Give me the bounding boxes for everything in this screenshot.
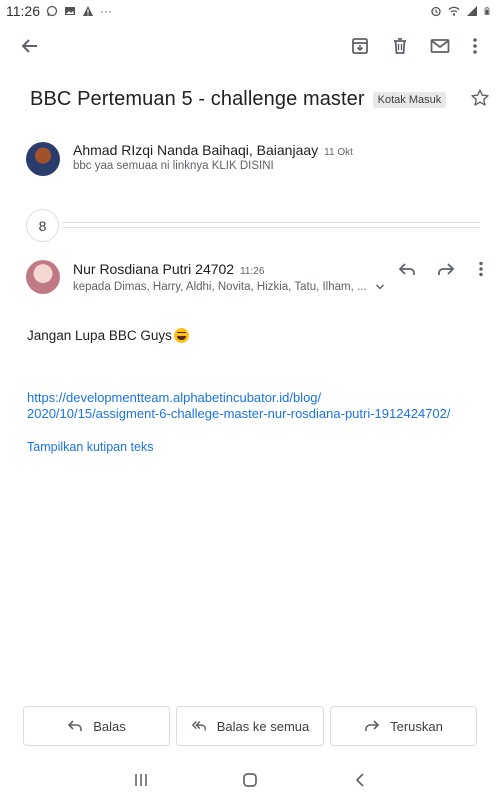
chevron-left-icon	[355, 773, 364, 787]
gallery-icon	[65, 7, 75, 15]
reply-icon-button[interactable]	[396, 258, 418, 280]
status-left: 11:26 ···	[6, 3, 112, 19]
reply-all-button[interactable]: Balas ke semua	[176, 706, 324, 746]
warning-icon	[83, 6, 93, 16]
system-back-button[interactable]	[350, 770, 370, 790]
forward-icon	[438, 263, 455, 275]
status-bar: 11:26 ···	[0, 0, 500, 22]
collapsed-messages-count[interactable]: 8	[26, 209, 59, 242]
back-button[interactable]	[18, 34, 42, 58]
star-icon[interactable]	[470, 88, 490, 108]
forward-icon	[365, 720, 380, 731]
message-time: 11:26	[240, 266, 265, 277]
mail-icon	[430, 39, 450, 53]
message-body: Jangan Lupa BBC Guys	[27, 328, 189, 343]
message-2-header[interactable]: Nur Rosdiana Putri 24702 11:26	[73, 261, 264, 277]
status-overflow: ···	[100, 4, 112, 18]
system-nav-bar	[0, 760, 500, 800]
avatar[interactable]	[26, 142, 60, 176]
blog-link-line-2[interactable]: 2020/10/15/assigment-6-challege-master-n…	[27, 406, 450, 421]
message-body-text: Jangan Lupa BBC Guys	[27, 328, 172, 343]
recents-button[interactable]	[131, 770, 151, 790]
collapsed-divider	[62, 222, 480, 223]
reply-all-label: Balas ke semua	[216, 718, 310, 734]
recents-icon	[135, 774, 147, 786]
reply-icon	[68, 720, 83, 731]
more-vert-icon	[479, 261, 483, 277]
home-icon	[243, 773, 257, 787]
archive-icon	[352, 38, 368, 54]
blog-link-line-1[interactable]: https://developmentteam.alphabetincubato…	[27, 390, 321, 405]
forward-icon-button[interactable]	[435, 258, 457, 280]
more-options-button[interactable]	[463, 34, 487, 58]
battery-icon	[484, 7, 490, 16]
avatar[interactable]	[26, 260, 60, 294]
mark-unread-button[interactable]	[428, 34, 452, 58]
recipients-row[interactable]: kepada Dimas, Harry, Aldhi, Novita, Hizk…	[73, 281, 385, 293]
whatsapp-icon	[46, 5, 58, 17]
inbox-label[interactable]: Kotak Masuk	[372, 91, 447, 108]
reply-icon	[398, 263, 415, 275]
signal-icon	[467, 6, 477, 16]
message-more-button[interactable]	[470, 258, 492, 280]
sender-name: Ahmad RIzqi Nanda Baihaqi, Baianjaay	[73, 142, 319, 158]
reply-button[interactable]: Balas	[23, 706, 170, 746]
sender-name: Nur Rosdiana Putri 24702	[73, 261, 235, 277]
reply-label: Balas	[93, 718, 126, 734]
home-button[interactable]	[240, 770, 260, 790]
message-snippet: bbc yaa semuaa ni linknya KLIK DISINI	[73, 160, 274, 172]
alarm-icon	[431, 6, 441, 17]
back-arrow-icon	[21, 39, 37, 53]
email-subject: BBC Pertemuan 5 - challenge master	[30, 88, 365, 110]
grinning-sweat-emoji-icon	[173, 328, 189, 343]
more-vert-icon	[473, 38, 477, 54]
forward-label: Teruskan	[390, 718, 443, 734]
collapsed-divider	[62, 227, 480, 228]
status-time: 11:26	[6, 3, 40, 19]
archive-button[interactable]	[348, 34, 372, 58]
message-1-header[interactable]: Ahmad RIzqi Nanda Baihaqi, Baianjaay 11 …	[73, 142, 353, 158]
toolbar	[0, 28, 500, 64]
chevron-down-icon	[375, 284, 384, 290]
reply-all-icon	[191, 721, 206, 731]
subject-row: BBC Pertemuan 5 - challenge master Kotak…	[30, 88, 447, 111]
status-right	[430, 5, 492, 17]
message-time: 11 Okt	[324, 147, 353, 158]
trash-icon	[394, 38, 406, 54]
wifi-icon	[448, 6, 460, 16]
show-quoted-text-link[interactable]: Tampilkan kutipan teks	[27, 440, 153, 454]
forward-button[interactable]: Teruskan	[330, 706, 477, 746]
recipients-text: kepada Dimas, Harry, Aldhi, Novita, Hizk…	[73, 281, 367, 293]
delete-button[interactable]	[388, 34, 412, 58]
